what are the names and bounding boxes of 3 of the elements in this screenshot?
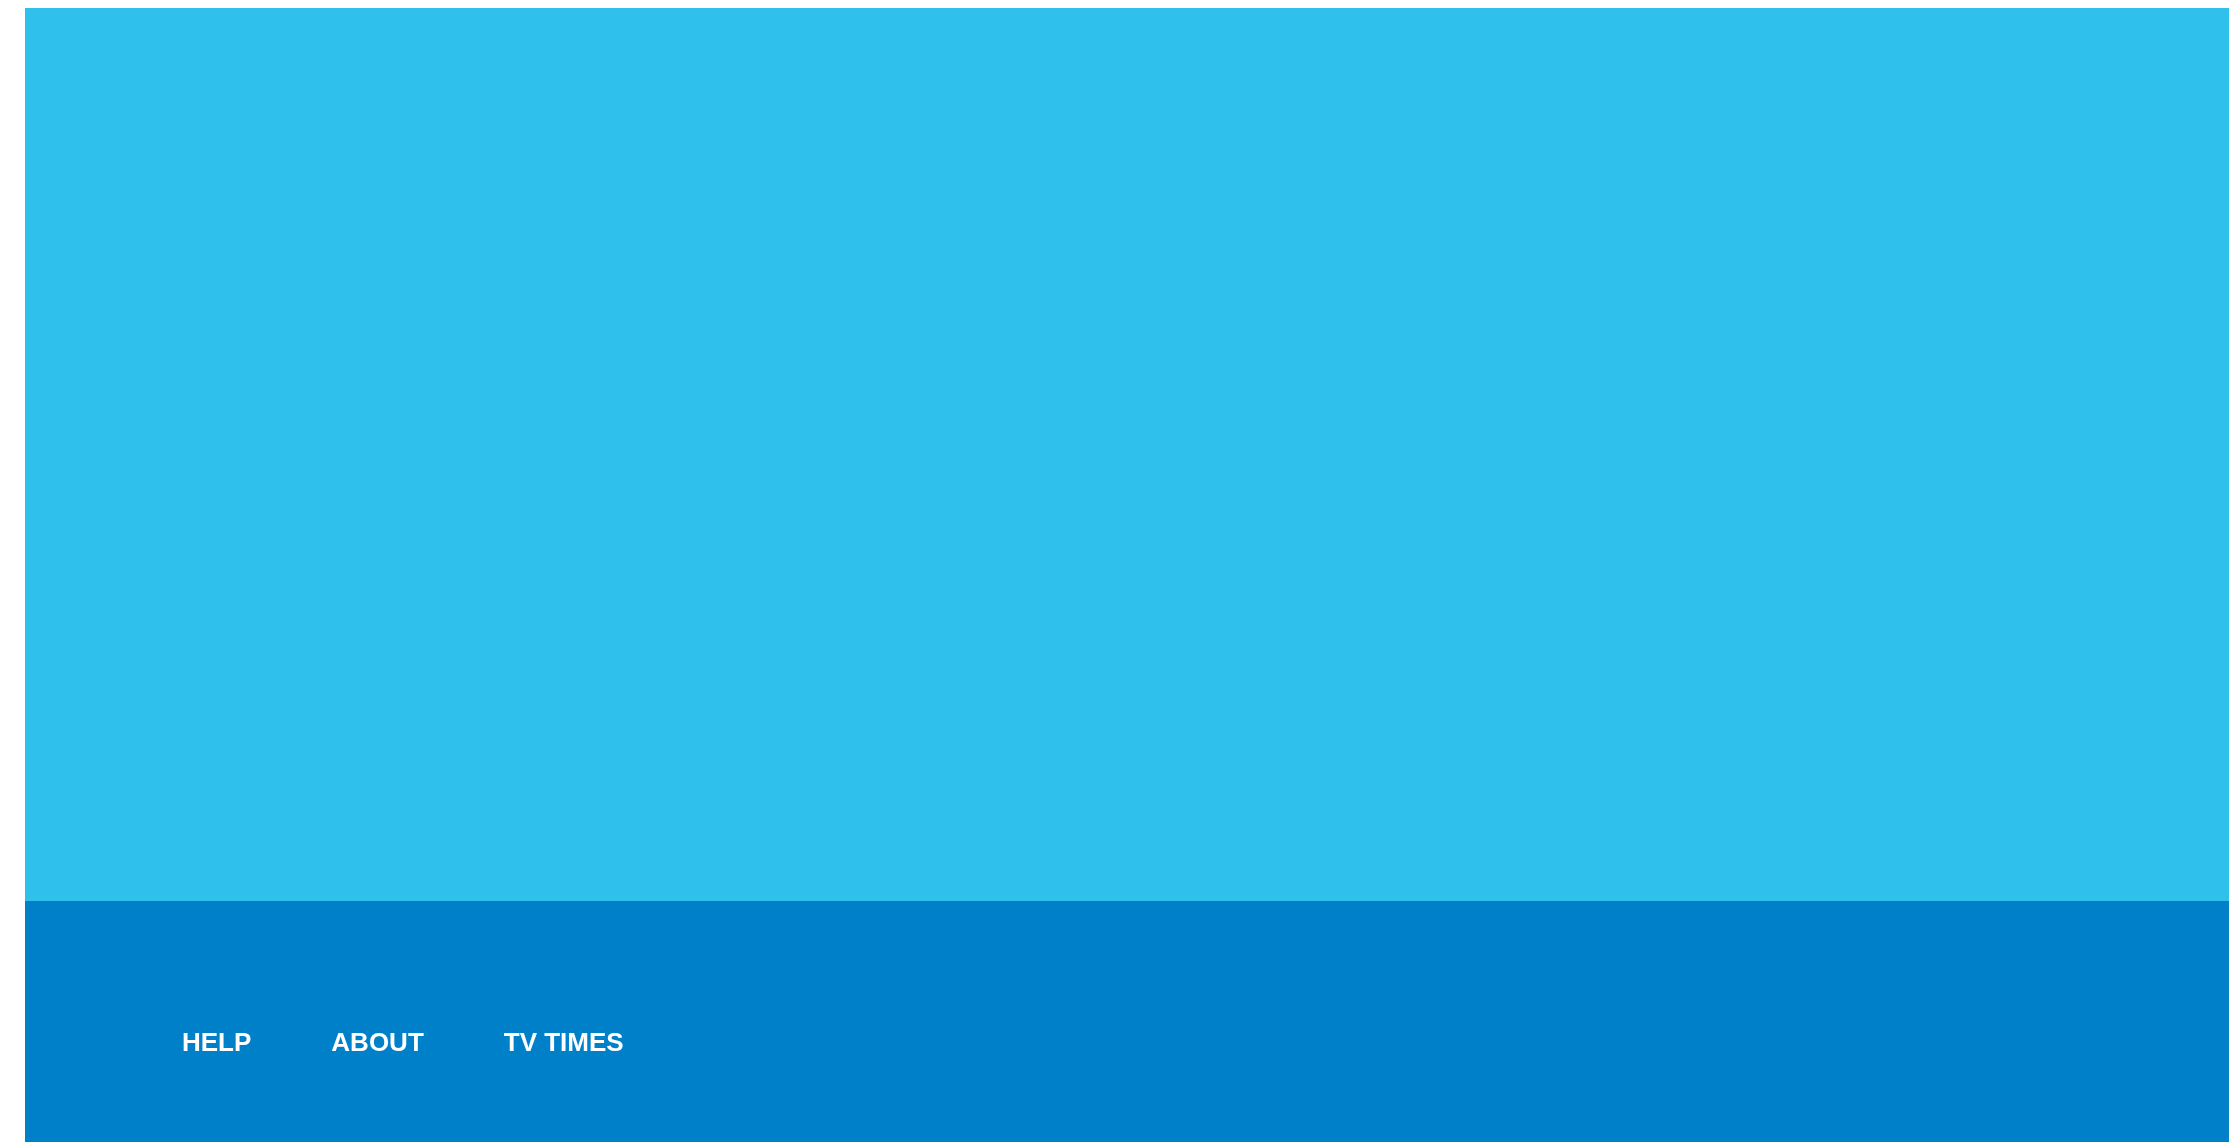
footer-link[interactable]: ABOUT: [331, 1029, 424, 1055]
footer-link[interactable]: TV TIMES: [503, 1029, 624, 1055]
footer-link[interactable]: HELP: [182, 1029, 252, 1055]
